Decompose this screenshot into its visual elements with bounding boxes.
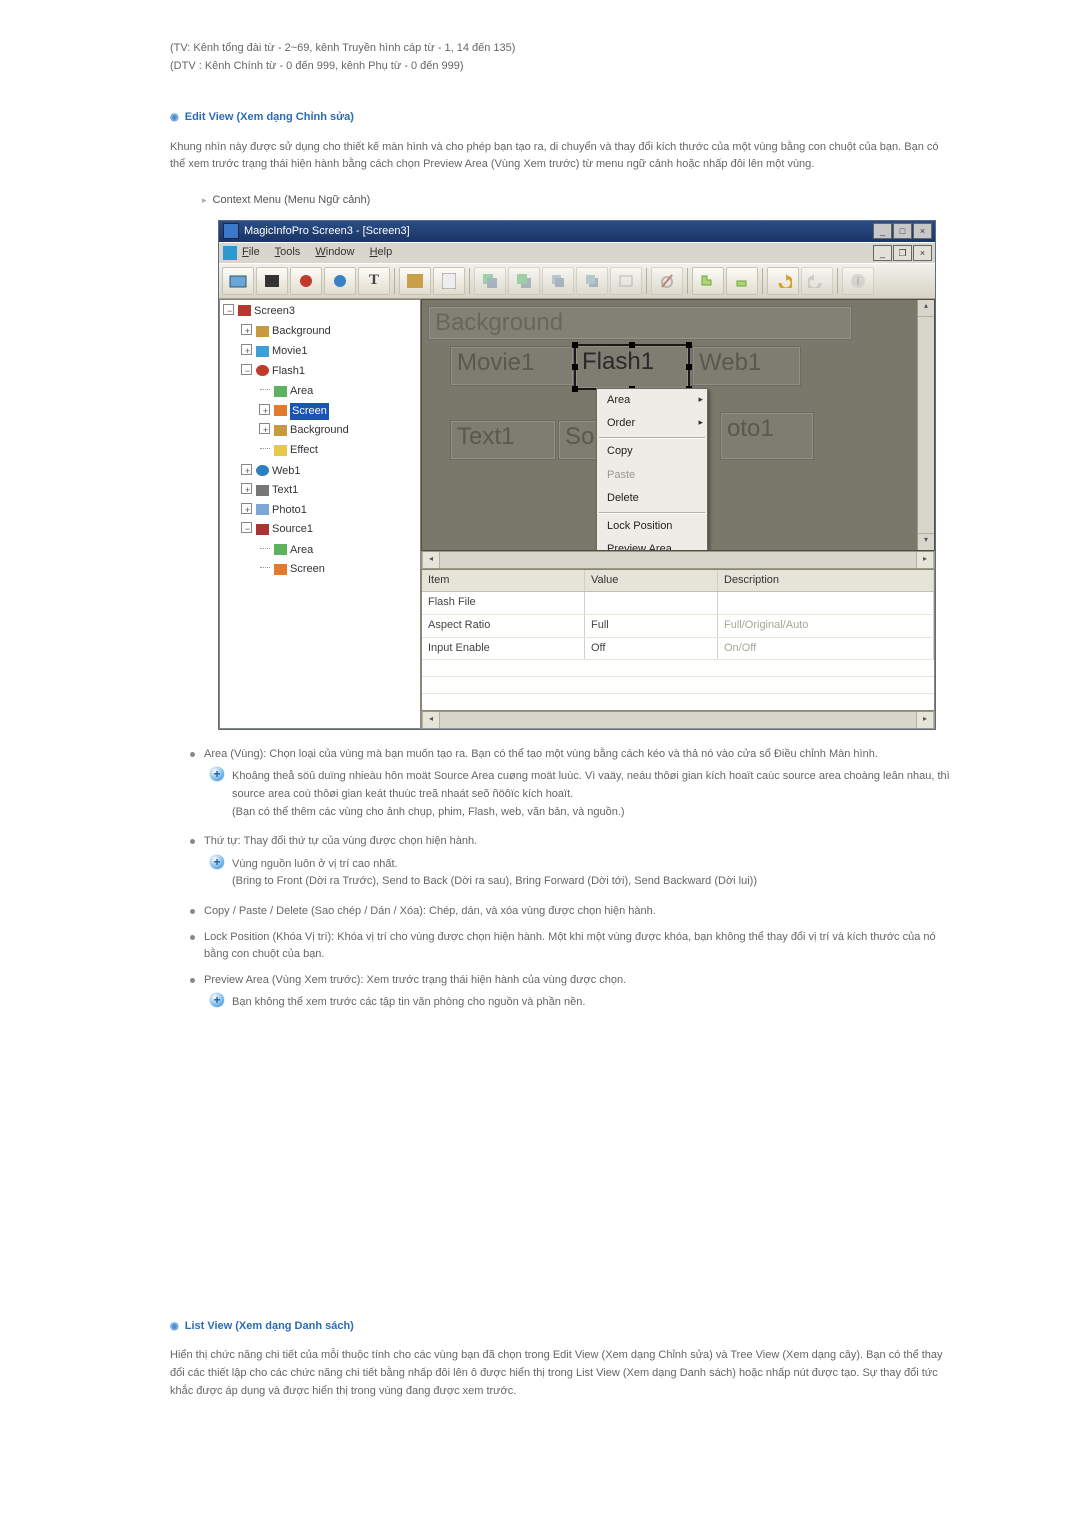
tool-zoom-out-icon[interactable] bbox=[726, 267, 758, 295]
tree-movie1[interactable]: +Movie1 bbox=[242, 342, 420, 362]
doc-icon bbox=[223, 246, 237, 260]
close-button[interactable]: × bbox=[913, 223, 932, 239]
tool-source-icon[interactable] bbox=[399, 267, 431, 295]
maximize-button[interactable]: □ bbox=[893, 223, 912, 239]
tree-flash1[interactable]: −Flash1 Area +Screen +Background Effect bbox=[242, 362, 420, 462]
child-close-button[interactable]: × bbox=[913, 245, 932, 261]
tool-send-back-icon[interactable] bbox=[508, 267, 540, 295]
tool-lock-icon[interactable] bbox=[651, 267, 683, 295]
edit-view-desc: Khung nhìn này được sử dụng cho thiết kế… bbox=[170, 139, 950, 174]
tree-src-screen[interactable]: Screen bbox=[260, 560, 420, 580]
region-background[interactable]: Background bbox=[428, 306, 852, 340]
col-desc: Description bbox=[718, 570, 934, 592]
bullet-copy: Copy / Paste / Delete (Sao chép / Dán / … bbox=[190, 903, 950, 929]
ctx-area[interactable]: Area bbox=[597, 389, 707, 413]
tree-flash-area[interactable]: Area bbox=[260, 382, 420, 402]
tool-undo-icon[interactable] bbox=[767, 267, 799, 295]
tool-info-icon[interactable]: i bbox=[842, 267, 874, 295]
tree-source1[interactable]: −Source1 Area Screen bbox=[242, 520, 420, 581]
note-preview-1: Bạn không thể xem trước các tập tin văn … bbox=[210, 992, 950, 1014]
window-title: MagicInfoPro Screen3 - [Screen3] bbox=[244, 223, 410, 241]
minimize-button[interactable]: _ bbox=[873, 223, 892, 239]
region-text1[interactable]: Text1 bbox=[450, 420, 556, 460]
tool-zoom-in-icon[interactable] bbox=[692, 267, 724, 295]
prop-row-flashfile[interactable]: Flash File bbox=[422, 592, 934, 615]
svg-text:i: i bbox=[857, 276, 859, 288]
prop-row-input[interactable]: Input EnableOffOn/Off bbox=[422, 638, 934, 661]
tree-flash-effect[interactable]: Effect bbox=[260, 441, 420, 461]
intro-tv-note: (TV: Kênh tổng đài từ - 2~69, kênh Truyề… bbox=[170, 40, 950, 58]
context-menu-heading: Context Menu (Menu Ngữ cảnh) bbox=[202, 192, 950, 210]
app-icon bbox=[223, 223, 239, 239]
tool-photo-icon[interactable] bbox=[222, 267, 254, 295]
ctx-copy[interactable]: Copy bbox=[597, 440, 707, 464]
tool-movie-icon[interactable] bbox=[256, 267, 288, 295]
region-flash1[interactable]: Flash1 bbox=[574, 344, 690, 390]
bullet-area: Area (Vùng): Chọn loại của vùng mà bạn m… bbox=[190, 746, 950, 833]
grid-hscrollbar[interactable]: ◂▸ bbox=[421, 711, 935, 729]
bullet-order: Thứ tự: Thay đổi thứ tự của vùng được ch… bbox=[190, 833, 950, 903]
tree-flash-screen[interactable]: +Screen bbox=[260, 402, 420, 422]
col-value: Value bbox=[585, 570, 718, 592]
note-area-1: Khoâng theå söû duïng nhieàu hôn moät So… bbox=[210, 766, 950, 823]
ctx-delete[interactable]: Delete bbox=[597, 487, 707, 511]
tool-text-icon[interactable]: T bbox=[358, 267, 390, 295]
tree-screen3[interactable]: −Screen3 +Background +Movie1 −Flash1 Are… bbox=[224, 302, 420, 582]
tool-flash-icon[interactable] bbox=[290, 267, 322, 295]
tree-pane: −Screen3 +Background +Movie1 −Flash1 Are… bbox=[219, 299, 421, 729]
tool-bring-front-icon[interactable] bbox=[474, 267, 506, 295]
ctx-preview[interactable]: Preview Area bbox=[597, 538, 707, 550]
tool-backward-icon[interactable] bbox=[576, 267, 608, 295]
bullet-preview: Preview Area (Vùng Xem trước): Xem trước… bbox=[190, 972, 950, 1024]
tree-src-area[interactable]: Area bbox=[260, 541, 420, 561]
tree-background[interactable]: +Background bbox=[242, 322, 420, 342]
child-minimize-button[interactable]: _ bbox=[873, 245, 892, 261]
intro-dtv-note: (DTV : Kênh Chính từ - 0 đến 999, kênh P… bbox=[170, 58, 950, 76]
region-oto1[interactable]: oto1 bbox=[720, 412, 814, 460]
list-view-desc: Hiển thị chức năng chi tiết của mỗi thuộ… bbox=[170, 1347, 950, 1400]
ctx-lock[interactable]: Lock Position bbox=[597, 515, 707, 539]
tool-redo-icon[interactable] bbox=[801, 267, 833, 295]
tool-forward-icon[interactable] bbox=[542, 267, 574, 295]
list-view-heading: List View (Xem dạng Danh sách) bbox=[170, 1318, 950, 1336]
ctx-paste: Paste bbox=[597, 464, 707, 488]
ctx-order[interactable]: Order bbox=[597, 412, 707, 436]
tool-align-icon[interactable] bbox=[610, 267, 642, 295]
child-restore-button[interactable]: ❐ bbox=[893, 245, 912, 261]
menu-file[interactable]: FFileile bbox=[242, 246, 260, 258]
tool-web-icon[interactable] bbox=[324, 267, 356, 295]
bullet-lock: Lock Position (Khóa Vị trí): Khóa vị trí… bbox=[190, 929, 950, 972]
toolbar: T i bbox=[219, 263, 935, 299]
region-movie1[interactable]: Movie1 bbox=[450, 346, 574, 386]
canvas-vscrollbar[interactable]: ▴ ▾ bbox=[917, 300, 934, 550]
prop-row-aspect[interactable]: Aspect RatioFullFull/Original/Auto bbox=[422, 615, 934, 638]
app-screenshot: MagicInfoPro Screen3 - [Screen3] _ □ × F… bbox=[218, 220, 936, 730]
edit-view-heading: Edit View (Xem dạng Chỉnh sửa) bbox=[170, 109, 950, 127]
tree-photo1[interactable]: +Photo1 bbox=[242, 501, 420, 521]
context-menu: Area Order Copy Paste Delete Lock Positi… bbox=[596, 388, 708, 551]
canvas-area[interactable]: Background Movie1 Flash1 Web1 Text1 So o… bbox=[421, 299, 935, 551]
region-web1[interactable]: Web1 bbox=[692, 346, 801, 386]
menu-tools[interactable]: Tools bbox=[275, 246, 301, 258]
tree-text1[interactable]: +Text1 bbox=[242, 481, 420, 501]
tree-flash-bg2[interactable]: +Background bbox=[260, 421, 420, 441]
tree-web1[interactable]: +Web1 bbox=[242, 462, 420, 482]
note-order-1: Vùng nguồn luôn ở vị trí cao nhất. (Brin… bbox=[210, 854, 950, 893]
tool-office-icon[interactable] bbox=[433, 267, 465, 295]
property-grid: Item Value Description Flash File Aspect… bbox=[421, 569, 935, 711]
menu-window[interactable]: Window bbox=[315, 246, 354, 258]
window-title-bar: MagicInfoPro Screen3 - [Screen3] _ □ × bbox=[219, 221, 935, 243]
canvas-hscrollbar[interactable]: ◂▸ bbox=[421, 551, 935, 569]
col-item: Item bbox=[422, 570, 585, 592]
menu-help[interactable]: Help bbox=[370, 246, 393, 258]
